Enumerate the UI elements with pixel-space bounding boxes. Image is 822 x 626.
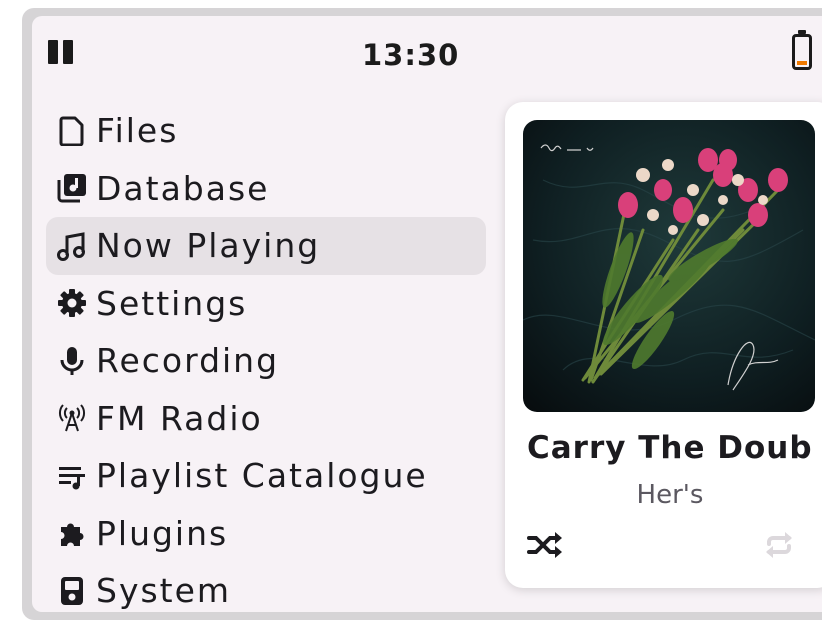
menu-item-label: Database	[96, 168, 270, 208]
screen: 13:30 Files Database Now Playing Setting…	[32, 16, 822, 612]
music-note-icon	[56, 230, 88, 262]
status-bar: 13:30	[32, 16, 822, 88]
menu-item-now-playing[interactable]: Now Playing	[46, 217, 486, 275]
menu-item-label: FM Radio	[96, 398, 263, 438]
menu-item-settings[interactable]: Settings	[46, 275, 486, 333]
menu-item-recording[interactable]: Recording	[46, 332, 486, 390]
menu-item-files[interactable]: Files	[46, 102, 486, 160]
menu-item-system[interactable]: System	[46, 562, 486, 612]
menu-item-label: System	[96, 571, 232, 611]
microphone-icon	[56, 345, 88, 377]
pause-icon	[48, 40, 74, 64]
database-icon	[56, 172, 88, 204]
menu-item-database[interactable]: Database	[46, 160, 486, 218]
menu-item-playlist-catalogue[interactable]: Playlist Catalogue	[46, 447, 486, 505]
radio-antenna-icon	[56, 402, 88, 434]
menu-item-plugins[interactable]: Plugins	[46, 505, 486, 563]
device-icon	[56, 575, 88, 607]
track-artist: Her's	[636, 480, 704, 510]
file-icon	[56, 115, 88, 147]
menu-item-label: Settings	[96, 283, 248, 323]
device-frame: 13:30 Files Database Now Playing Setting…	[22, 8, 822, 620]
menu-item-label: Recording	[96, 341, 280, 381]
track-title: Carry The Doub	[527, 430, 813, 466]
menu-item-label: Now Playing	[96, 226, 321, 266]
menu-item-label: Plugins	[96, 513, 229, 553]
now-playing-card[interactable]: Carry The Doub Her's	[505, 102, 822, 588]
album-art	[523, 120, 815, 412]
main-menu: Files Database Now Playing Settings Reco…	[46, 102, 486, 612]
puzzle-icon	[56, 517, 88, 549]
playlist-icon	[56, 460, 88, 492]
shuffle-icon[interactable]	[527, 530, 563, 560]
menu-item-label: Playlist Catalogue	[96, 456, 428, 496]
gear-icon	[56, 287, 88, 319]
repeat-icon[interactable]	[761, 530, 797, 560]
clock: 13:30	[362, 38, 460, 72]
battery-icon	[792, 30, 812, 70]
menu-item-fm-radio[interactable]: FM Radio	[46, 390, 486, 448]
menu-item-label: Files	[96, 111, 179, 151]
